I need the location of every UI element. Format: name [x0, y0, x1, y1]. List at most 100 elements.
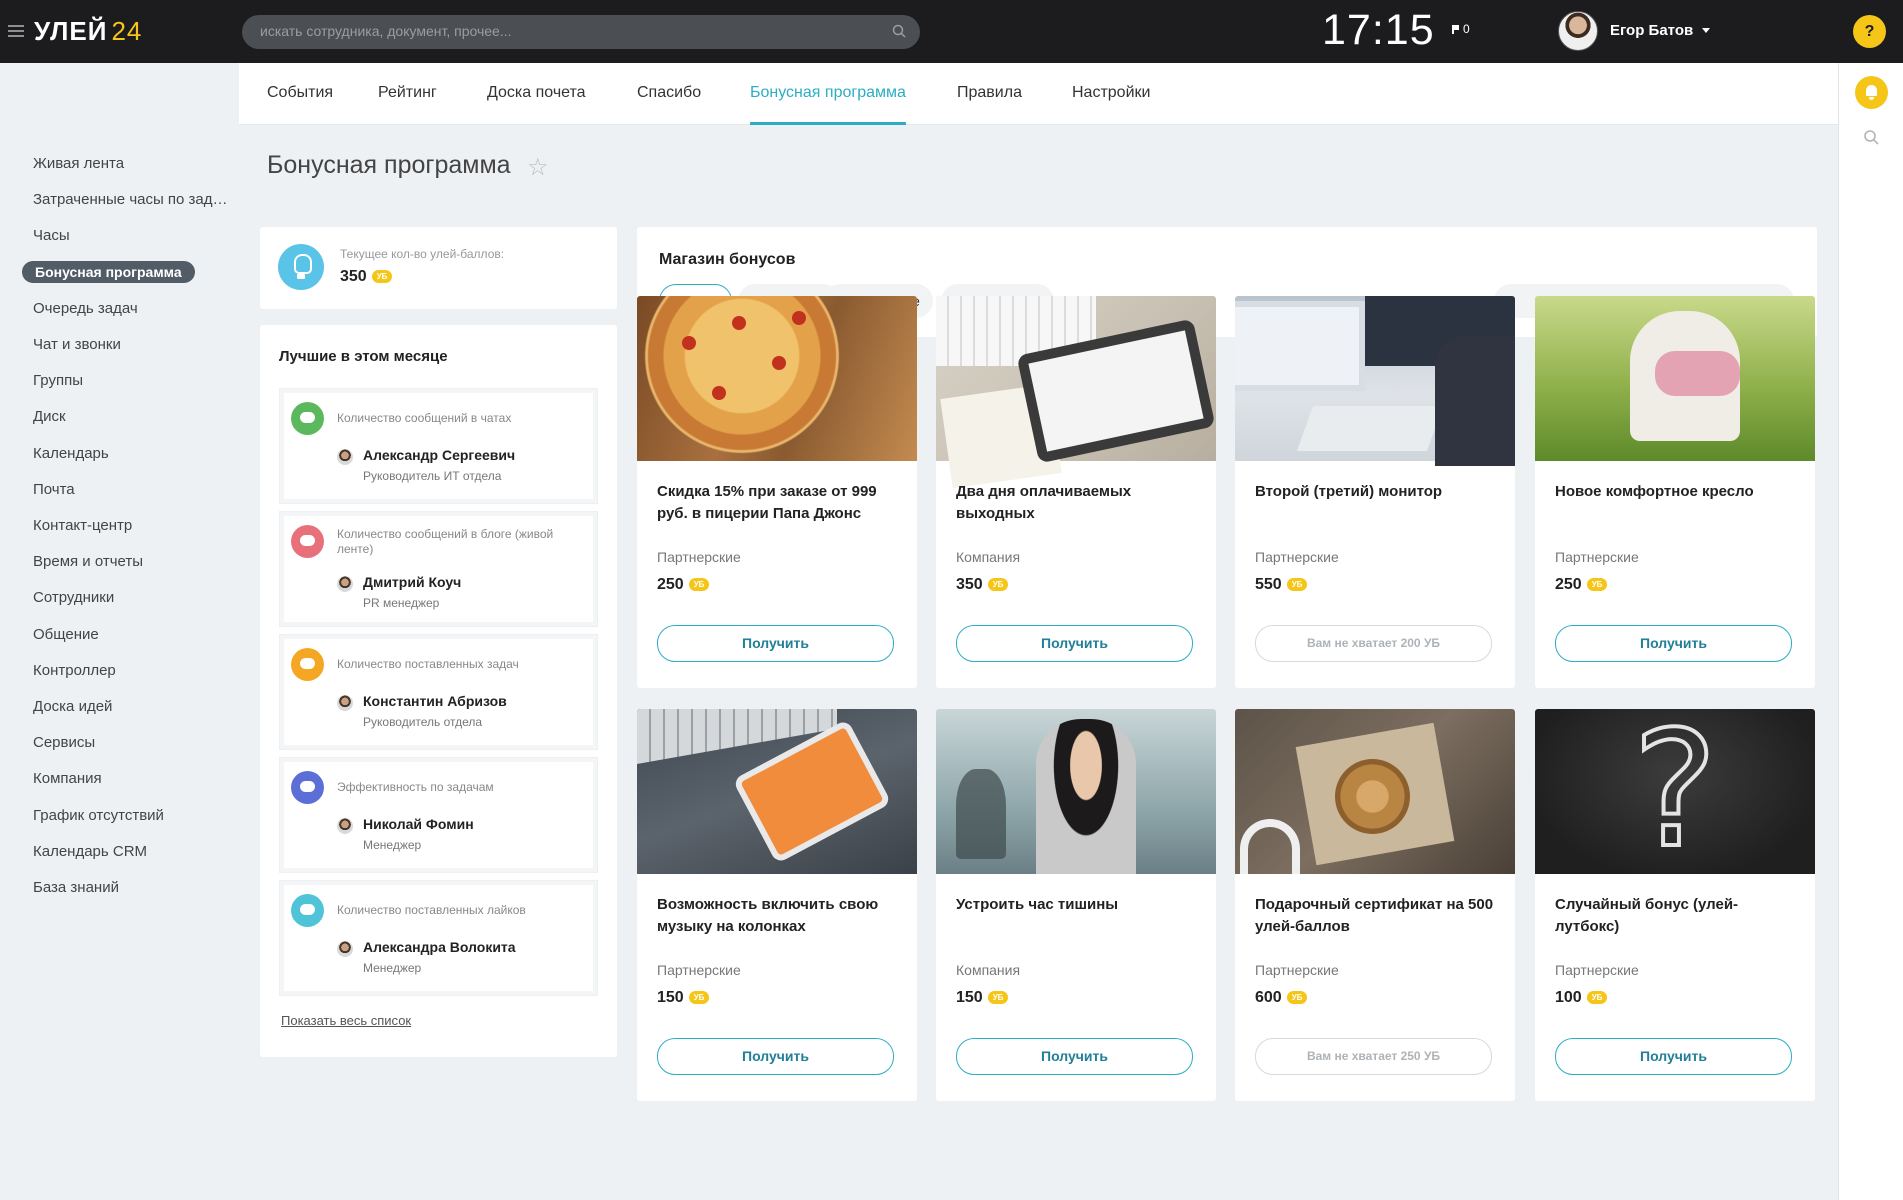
sidebar-item[interactable]: График отсутствий [33, 807, 229, 824]
product-price: 600 УБ [1255, 989, 1308, 1007]
blog-icon [291, 525, 324, 558]
person-name[interactable]: Константин Абризов [363, 693, 507, 709]
sidebar-item[interactable]: Группы [33, 372, 229, 389]
product-category: Компания [956, 962, 1021, 978]
clock: 17:15 [1322, 6, 1435, 54]
product-name[interactable]: Возможность включить свою музыку на коло… [657, 894, 902, 938]
sidebar-item[interactable]: Сервисы [33, 734, 229, 751]
tab-item[interactable]: Правила [957, 84, 1022, 102]
sidebar-item[interactable]: Контакт-центр [33, 517, 229, 534]
product-image[interactable]: ? [1535, 709, 1815, 877]
ub-badge: УБ [1586, 578, 1608, 591]
sidebar-item[interactable]: Очередь задач [33, 300, 229, 317]
product-image[interactable] [936, 709, 1216, 874]
person-name[interactable]: Александр Сергеевич [363, 447, 515, 463]
product-price: 150 УБ [956, 989, 1009, 1007]
product-image[interactable] [1235, 296, 1515, 466]
sidebar-item[interactable]: Компания [33, 770, 229, 787]
tab-item[interactable]: Настройки [1072, 84, 1150, 102]
search-icon[interactable] [892, 24, 906, 38]
product-card: Два дня оплачиваемых выходных Компания 350… [936, 296, 1216, 688]
price-value: 100 [1555, 989, 1582, 1006]
flag-counter[interactable]: 0 [1452, 22, 1470, 36]
person-name[interactable]: Дмитрий Коуч [363, 574, 461, 590]
tab-item[interactable]: События [267, 84, 333, 102]
chat-icon [291, 402, 324, 435]
logo[interactable]: УЛЕЙ 24 [34, 16, 142, 47]
insufficient-button: Вам не хватает 200 УБ [1255, 625, 1492, 662]
sidebar-item[interactable]: Календарь [33, 445, 229, 462]
product-image[interactable] [936, 296, 1216, 489]
help-button[interactable]: ? [1853, 15, 1886, 48]
sidebar-item[interactable]: Время и отчеты [33, 553, 229, 570]
get-button[interactable]: Получить [956, 625, 1193, 662]
person-role: Менеджер [363, 838, 422, 852]
product-image[interactable] [1235, 709, 1515, 874]
balance-widget: Текущее кол-во улей-баллов: 350 УБ [260, 227, 617, 309]
show-all-link[interactable]: Показать весь список [281, 1013, 411, 1028]
product-name[interactable]: Второй (третий) монитор [1255, 481, 1500, 503]
sidebar-item[interactable]: Бонусная программа [22, 260, 195, 283]
product-image[interactable] [637, 296, 917, 461]
leader-card: Количество сообщений в чатах Александр Се… [279, 388, 598, 504]
person-name[interactable]: Александра Волокита [363, 939, 516, 955]
menu-icon[interactable] [8, 25, 24, 40]
product-name[interactable]: Случайный бонус (улей-лутбокс) [1555, 894, 1800, 938]
product-image[interactable] [637, 709, 917, 874]
person-avatar[interactable] [337, 449, 353, 465]
ub-badge: УБ [987, 991, 1009, 1004]
get-button[interactable]: Получить [1555, 1038, 1792, 1075]
criterion-label: Эффективность по задачам [337, 780, 494, 794]
global-search[interactable] [242, 15, 920, 49]
sidebar-item[interactable]: Сотрудники [33, 589, 229, 606]
sidebar-item[interactable]: Чат и звонки [33, 336, 229, 353]
get-button[interactable]: Получить [657, 1038, 894, 1075]
sidebar-item[interactable]: Часы [33, 227, 229, 244]
main-area: События Рейтинг Доска почета Спасибо Бонусна… [239, 63, 1838, 1200]
criterion-label: Количество поставленных задач [337, 657, 519, 671]
person-avatar[interactable] [337, 576, 353, 592]
product-name[interactable]: Два дня оплачиваемых выходных [956, 481, 1201, 525]
search-input[interactable] [260, 23, 860, 39]
sidebar-item[interactable]: Живая лента [33, 155, 229, 172]
person-avatar[interactable] [337, 818, 353, 834]
person-avatar[interactable] [337, 695, 353, 711]
product-name[interactable]: Скидка 15% при заказе от 999 руб. в пице… [657, 481, 902, 525]
sidebar-item[interactable]: Общение [33, 626, 229, 643]
sidebar-item[interactable]: Почта [33, 481, 229, 498]
product-price: 150 УБ [657, 989, 710, 1007]
product-price: 250 УБ [657, 576, 710, 594]
sidebar-item[interactable]: Затраченные часы по задачам [33, 191, 229, 208]
product-card: Скидка 15% при заказе от 999 руб. в пице… [637, 296, 917, 688]
sidebar-item[interactable]: База знаний [33, 879, 229, 896]
best-title: Лучшие в этом месяце [279, 348, 448, 365]
product-card: Устроить час тишины Компания 150 УБ Получить [936, 709, 1216, 1101]
product-name[interactable]: Новое комфортное кресло [1555, 481, 1800, 503]
product-image[interactable] [1535, 296, 1815, 461]
product-name[interactable]: Устроить час тишины [956, 894, 1201, 916]
product-card: Возможность включить свою музыку на коло… [637, 709, 917, 1101]
user-menu[interactable]: Егор Батов [1610, 22, 1710, 39]
insufficient-button: Вам не хватает 250 УБ [1255, 1038, 1492, 1075]
sidebar-item[interactable]: Календарь CRM [33, 843, 229, 860]
person-avatar[interactable] [337, 941, 353, 957]
search-icon[interactable] [1863, 129, 1879, 145]
ub-badge: УБ [987, 578, 1009, 591]
tab-item[interactable]: Спасибо [637, 84, 701, 102]
tab-item[interactable]: Бонусная программа [750, 84, 906, 125]
bulb-icon [278, 244, 324, 290]
star-icon[interactable]: ☆ [527, 153, 549, 182]
sidebar-item[interactable]: Диск [33, 408, 229, 425]
get-button[interactable]: Получить [657, 625, 894, 662]
product-card: Подарочный сертификат на 500 улей-баллов… [1235, 709, 1515, 1101]
tab-item[interactable]: Рейтинг [378, 84, 437, 102]
get-button[interactable]: Получить [1555, 625, 1792, 662]
bell-icon[interactable] [1855, 76, 1888, 109]
sidebar-item[interactable]: Контроллер [33, 662, 229, 679]
product-name[interactable]: Подарочный сертификат на 500 улей-баллов [1255, 894, 1500, 938]
tab-item[interactable]: Доска почета [487, 84, 586, 102]
sidebar-item[interactable]: Доска идей [33, 698, 229, 715]
user-avatar[interactable] [1558, 11, 1598, 51]
get-button[interactable]: Получить [956, 1038, 1193, 1075]
person-name[interactable]: Николай Фомин [363, 816, 474, 832]
